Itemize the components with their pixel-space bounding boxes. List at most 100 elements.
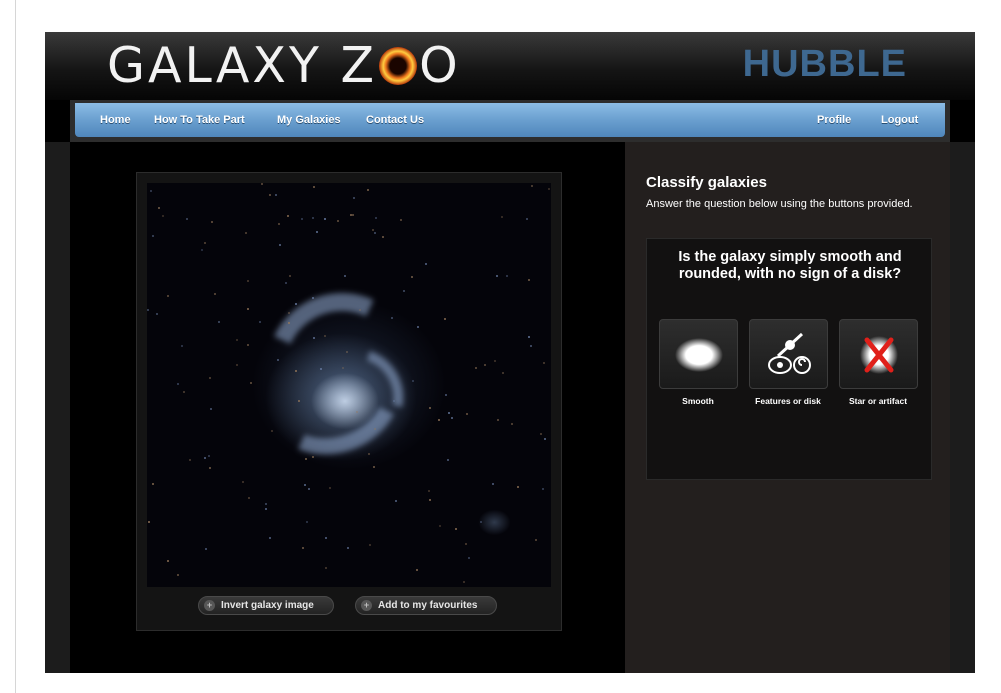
smooth-galaxy-icon: [675, 338, 723, 372]
background-star: [528, 336, 530, 338]
background-star: [295, 370, 297, 372]
background-star: [201, 249, 203, 251]
background-star: [526, 218, 528, 220]
background-star: [204, 242, 206, 244]
background-star: [305, 458, 307, 460]
background-star: [261, 183, 263, 185]
background-star: [320, 368, 322, 370]
background-star: [150, 190, 152, 192]
background-star: [373, 466, 375, 468]
invert-image-label: Invert galaxy image: [221, 600, 314, 611]
nav-logout[interactable]: Logout: [881, 114, 918, 126]
background-star: [312, 217, 314, 219]
answer-star-artifact-label: Star or artifact: [848, 396, 908, 406]
background-star: [411, 276, 413, 278]
nav-home[interactable]: Home: [100, 114, 131, 126]
background-star: [374, 428, 376, 430]
background-star: [204, 457, 206, 459]
background-star: [439, 525, 441, 527]
background-star: [447, 459, 449, 461]
background-star: [247, 280, 249, 282]
nav-profile[interactable]: Profile: [817, 114, 851, 126]
background-star: [186, 218, 188, 220]
background-star: [429, 407, 431, 409]
background-star: [412, 380, 414, 382]
background-star: [152, 235, 154, 237]
background-star: [236, 364, 238, 366]
background-star: [346, 351, 348, 353]
galaxy-zoo-logo[interactable]: GALAXY Z O: [107, 38, 461, 94]
answer-star-artifact-button[interactable]: [839, 319, 918, 389]
invert-image-button[interactable]: + Invert galaxy image: [198, 596, 334, 615]
classify-title: Classify galaxies: [646, 174, 767, 191]
background-star: [278, 223, 280, 225]
right-gutter: [950, 142, 975, 673]
background-star: [353, 197, 355, 199]
background-star: [288, 322, 290, 324]
background-star: [301, 218, 303, 220]
background-star: [214, 293, 216, 295]
answer-features-label: Features or disk: [755, 396, 821, 406]
background-star: [324, 335, 326, 337]
nav-my-galaxies[interactable]: My Galaxies: [277, 114, 341, 126]
background-star: [463, 581, 465, 583]
background-star: [417, 326, 419, 328]
background-star: [162, 215, 164, 217]
background-star: [312, 297, 314, 299]
background-star: [496, 275, 498, 277]
add-favourite-button[interactable]: + Add to my favourites: [355, 596, 497, 615]
background-star: [393, 400, 395, 402]
background-star: [540, 433, 542, 435]
background-star: [368, 453, 370, 455]
nav-container: Home How To Take Part My Galaxies Contac…: [70, 100, 950, 142]
background-star: [375, 217, 377, 219]
background-star: [289, 275, 291, 277]
background-star: [295, 303, 297, 305]
background-star: [531, 185, 533, 187]
answer-features-button[interactable]: [749, 319, 828, 389]
nav-contact-us[interactable]: Contact Us: [366, 114, 424, 126]
background-star: [382, 236, 384, 238]
page-left-rule: [15, 0, 16, 693]
background-star: [374, 232, 376, 234]
background-star: [438, 419, 440, 421]
background-star: [403, 290, 405, 292]
background-star: [465, 543, 467, 545]
hubble-project-title: HUBBLE: [742, 43, 907, 85]
background-star: [325, 567, 327, 569]
logo-text-galaxy: GALAXY Z: [107, 37, 378, 94]
background-star: [167, 560, 169, 562]
background-star: [209, 377, 211, 379]
background-star: [250, 382, 252, 384]
background-star: [445, 394, 447, 396]
nav-how-to-take-part[interactable]: How To Take Part: [154, 114, 245, 126]
galaxy-image: [147, 183, 551, 587]
background-star: [448, 412, 450, 414]
background-star: [395, 500, 397, 502]
background-star: [158, 207, 160, 209]
background-star: [152, 483, 154, 485]
background-star: [304, 484, 306, 486]
background-star: [530, 345, 532, 347]
background-star: [148, 521, 150, 523]
galaxy-viewer: + Invert galaxy image + Add to my favour…: [70, 142, 625, 673]
background-star: [177, 383, 179, 385]
background-star: [247, 308, 249, 310]
background-star: [543, 362, 545, 364]
background-star: [242, 481, 244, 483]
background-star: [302, 547, 304, 549]
background-star: [181, 345, 183, 347]
background-star: [356, 411, 358, 413]
background-star: [342, 367, 344, 369]
answer-smooth-label: Smooth: [682, 396, 714, 406]
answer-smooth-button[interactable]: [659, 319, 738, 389]
background-star: [259, 321, 261, 323]
star-artifact-icon: [860, 336, 898, 374]
background-star: [285, 282, 287, 284]
background-star: [455, 528, 457, 530]
background-star: [544, 438, 546, 440]
background-star: [279, 244, 281, 246]
background-star: [400, 219, 402, 221]
background-star: [245, 232, 247, 234]
background-star: [288, 312, 290, 314]
